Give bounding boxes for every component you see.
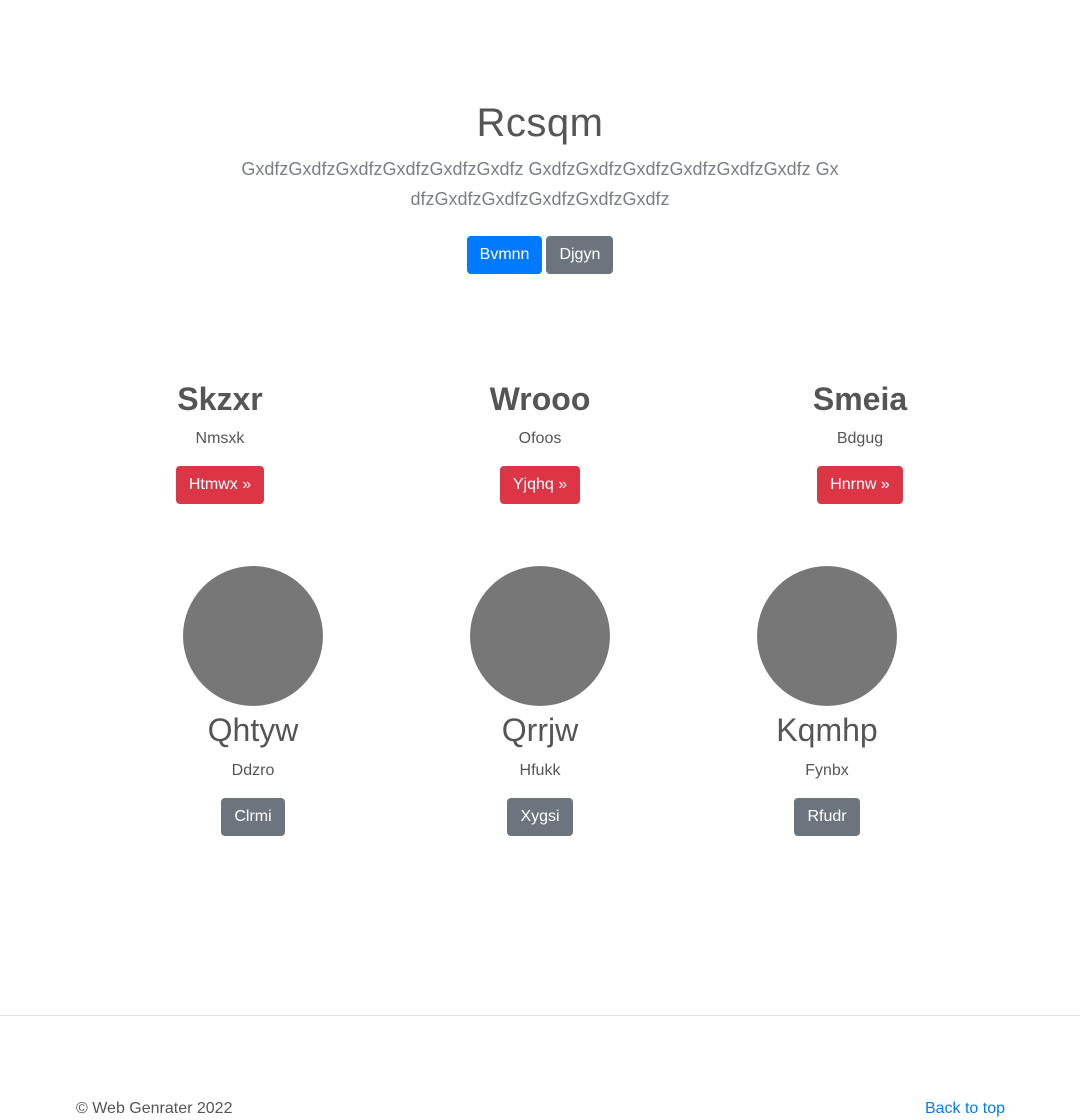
card-title: Kqmhp bbox=[776, 712, 878, 748]
profile-card: Qhtyw Ddzro Clrmi bbox=[133, 566, 373, 836]
back-to-top-link[interactable]: Back to top bbox=[925, 1098, 1005, 1120]
card-title: Qhtyw bbox=[207, 712, 299, 748]
feature-title: Smeia bbox=[812, 381, 908, 417]
feature-button[interactable]: Htmwx » bbox=[175, 466, 265, 504]
hero-primary-button[interactable]: Bvmnn bbox=[466, 236, 543, 274]
hero-title: Rcsqm bbox=[476, 101, 604, 145]
feature-button[interactable]: Hnrnw » bbox=[817, 466, 903, 504]
feature-column: Wrooo Ofoos Yjqhq » bbox=[420, 378, 660, 504]
card-text: Fynbx bbox=[805, 762, 849, 779]
hero-lead-text: GxdfzGxdfzGxdfzGxdfzGxdfzGxdfz GxdfzGxdf… bbox=[241, 159, 839, 209]
card-button[interactable]: Rfudr bbox=[794, 798, 860, 836]
avatar bbox=[757, 566, 897, 706]
feature-button[interactable]: Yjqhq » bbox=[499, 466, 581, 504]
card-button[interactable]: Xygsi bbox=[507, 798, 573, 836]
avatar bbox=[470, 566, 610, 706]
copyright-text: © Web Genrater 2022 bbox=[76, 1100, 233, 1117]
feature-text: Nmsxk bbox=[195, 430, 245, 447]
card-text: Hfukk bbox=[519, 762, 561, 779]
feature-text: Ofoos bbox=[518, 430, 562, 447]
feature-column: Smeia Bdgug Hnrnw » bbox=[740, 378, 980, 504]
card-row: Qhtyw Ddzro Clrmi Qrrjw Hfukk Xygsi Kqmh… bbox=[0, 566, 1080, 846]
card-title: Qrrjw bbox=[501, 712, 579, 748]
feature-text: Bdgug bbox=[836, 430, 884, 447]
feature-column: Skzxr Nmsxk Htmwx » bbox=[100, 378, 340, 504]
avatar bbox=[183, 566, 323, 706]
profile-card: Kqmhp Fynbx Rfudr bbox=[707, 566, 947, 836]
feature-title: Wrooo bbox=[489, 381, 591, 417]
feature-row: Skzxr Nmsxk Htmwx » Wrooo Ofoos Yjqhq » … bbox=[0, 378, 1080, 518]
feature-title: Skzxr bbox=[177, 381, 263, 417]
footer-divider bbox=[0, 1015, 1080, 1016]
card-button[interactable]: Clrmi bbox=[221, 798, 285, 836]
card-text: Ddzro bbox=[231, 762, 275, 779]
hero-actions: Bvmnn Djgyn bbox=[0, 236, 1080, 274]
hero-section: Rcsqm GxdfzGxdfzGxdfzGxdfzGxdfzGxdfz Gxd… bbox=[0, 96, 1080, 274]
profile-card: Qrrjw Hfukk Xygsi bbox=[420, 566, 660, 836]
hero-secondary-button[interactable]: Djgyn bbox=[546, 236, 614, 274]
